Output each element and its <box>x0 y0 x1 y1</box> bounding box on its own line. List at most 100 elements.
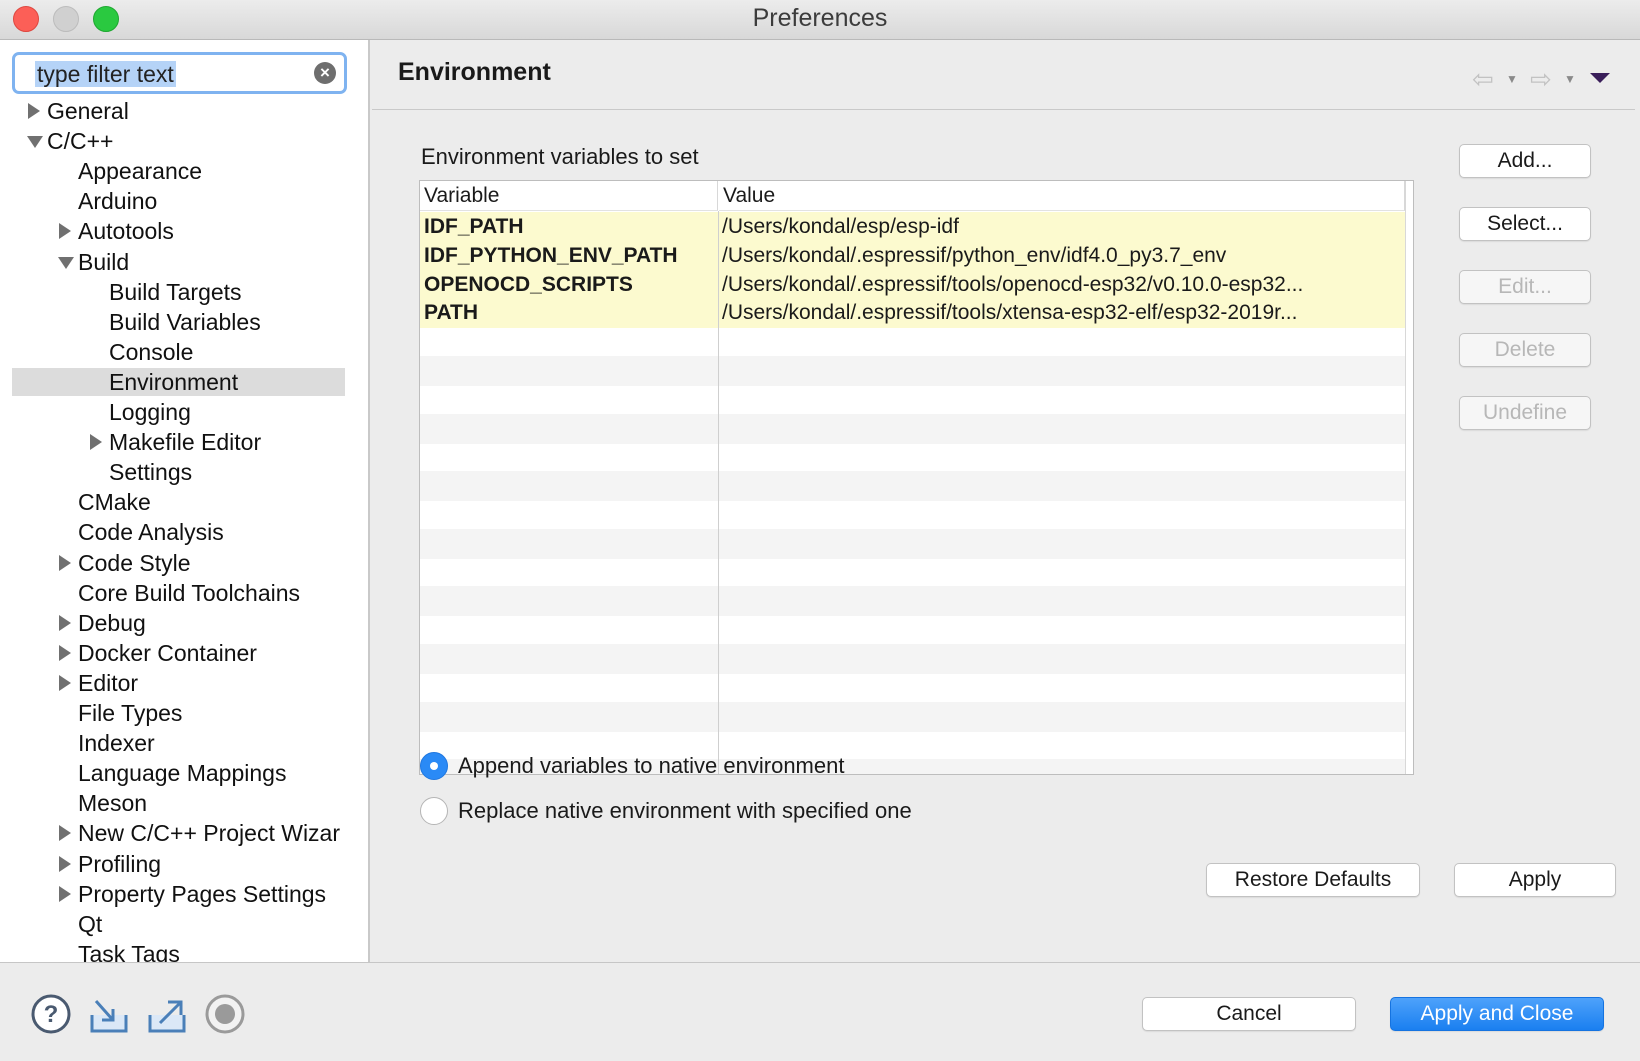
forward-arrow-icon[interactable]: ⇨ <box>1530 64 1552 95</box>
tree-item[interactable]: Logging <box>109 397 191 427</box>
cancel-button[interactable]: Cancel <box>1142 997 1356 1031</box>
tree-item[interactable]: Property Pages Settings <box>78 879 326 909</box>
empty-table-row <box>420 615 1405 645</box>
back-arrow-icon[interactable]: ⇦ <box>1472 64 1494 95</box>
select-button[interactable]: Select... <box>1459 207 1591 241</box>
preference-page: Environment ⇦ ▼ ⇨ ▼ Environment variable… <box>372 40 1635 962</box>
column-divider <box>1405 181 1406 774</box>
empty-table-row <box>420 356 1405 386</box>
expand-arrow-icon[interactable] <box>28 103 40 119</box>
table-row[interactable]: IDF_PATH/Users/kondal/esp/esp-idf <box>420 212 1405 242</box>
tree-item[interactable]: Appearance <box>78 156 202 186</box>
tree-item[interactable]: Makefile Editor <box>109 427 261 457</box>
table-row[interactable]: OPENOCD_SCRIPTS/Users/kondal/.espressif/… <box>420 269 1405 300</box>
tree-item[interactable]: Task Tags <box>78 939 180 962</box>
append-radio[interactable] <box>420 752 448 780</box>
window-title: Preferences <box>752 4 888 32</box>
add-button[interactable]: Add... <box>1459 144 1591 178</box>
value-cell: /Users/kondal/.espressif/python_env/idf4… <box>722 243 1227 267</box>
empty-table-row <box>420 586 1405 617</box>
tree-item[interactable]: Core Build Toolchains <box>78 578 300 608</box>
apply-and-close-button[interactable]: Apply and Close <box>1390 997 1604 1031</box>
filter-input-text[interactable]: type filter text <box>35 61 176 87</box>
column-divider <box>718 211 719 774</box>
tree-item[interactable]: Console <box>109 337 193 367</box>
record-icon[interactable] <box>204 993 246 1035</box>
apply-button[interactable]: Apply <box>1454 863 1616 897</box>
replace-radio-label[interactable]: Replace native environment with specifie… <box>458 798 912 824</box>
page-title: Environment <box>398 58 551 86</box>
expand-arrow-icon[interactable] <box>59 885 71 902</box>
variable-cell: OPENOCD_SCRIPTS <box>424 272 633 296</box>
tree-item[interactable]: Build Targets <box>109 277 242 307</box>
column-header-value[interactable]: Value <box>719 181 1405 211</box>
empty-table-row <box>420 644 1405 674</box>
expand-arrow-icon[interactable] <box>59 825 71 842</box>
export-icon[interactable] <box>146 993 188 1035</box>
tree-item[interactable]: Build <box>78 247 129 277</box>
dialog-button-bar: ? Cancel Apply and Close <box>0 962 1640 1061</box>
tree-item[interactable]: Meson <box>78 788 147 818</box>
expand-arrow-icon[interactable] <box>90 434 102 451</box>
tree-item[interactable]: Autotools <box>78 216 174 246</box>
undefine-button[interactable]: Undefine <box>1459 396 1591 430</box>
expand-arrow-icon[interactable] <box>59 855 71 872</box>
tree-item[interactable]: New C/C++ Project Wizar <box>78 818 340 848</box>
tree-item[interactable]: Editor <box>78 668 138 698</box>
expand-arrow-icon[interactable] <box>59 223 71 240</box>
value-cell: /Users/kondal/.espressif/tools/openocd-e… <box>722 272 1304 296</box>
empty-table-row <box>420 442 1405 472</box>
clear-filter-icon[interactable]: × <box>314 62 336 84</box>
empty-table-row <box>420 471 1405 502</box>
import-icon[interactable] <box>88 993 130 1035</box>
view-menu-icon[interactable] <box>1590 73 1610 83</box>
tree-item[interactable]: Environment <box>109 367 238 397</box>
value-cell: /Users/kondal/.espressif/tools/xtensa-es… <box>722 301 1298 325</box>
column-header-variable[interactable]: Variable <box>420 181 718 211</box>
back-dropdown-icon[interactable]: ▼ <box>1506 72 1518 86</box>
tree-item[interactable]: Debug <box>78 608 146 638</box>
title-bar: Preferences <box>0 0 1640 40</box>
tree-item[interactable]: General <box>47 96 129 126</box>
expand-arrow-icon[interactable] <box>59 554 71 571</box>
preferences-tree-panel: type filter text × General C/C++ Appearanc… <box>0 40 370 962</box>
tree-item[interactable]: CMake <box>78 487 151 517</box>
environment-variables-table[interactable]: Variable Value IDF_PATH/Users/kondal/esp… <box>419 180 1414 775</box>
expand-arrow-icon[interactable] <box>59 614 71 631</box>
variable-cell: PATH <box>424 301 479 325</box>
tree-item[interactable]: Profiling <box>78 849 161 879</box>
tree-item[interactable]: Docker Container <box>78 638 257 668</box>
tree-item[interactable]: Qt <box>78 909 102 939</box>
tree-item[interactable]: Build Variables <box>109 307 261 337</box>
section-label: Environment variables to set <box>421 144 699 169</box>
tree-item[interactable]: File Types <box>78 698 182 728</box>
tree-item[interactable]: Language Mappings <box>78 758 286 788</box>
tree-item[interactable]: C/C++ <box>47 126 113 156</box>
table-row[interactable]: PATH/Users/kondal/.espressif/tools/xtens… <box>420 298 1405 329</box>
help-icon[interactable]: ? <box>30 993 72 1035</box>
restore-defaults-button[interactable]: Restore Defaults <box>1206 863 1420 897</box>
empty-table-row <box>420 413 1405 444</box>
tree-item[interactable]: Code Style <box>78 548 191 578</box>
value-cell: /Users/kondal/esp/esp-idf <box>722 215 959 238</box>
empty-table-row <box>420 558 1405 588</box>
variable-cell: IDF_PATH <box>424 215 524 238</box>
tree-item[interactable]: Arduino <box>78 186 157 216</box>
delete-button[interactable]: Delete <box>1459 333 1591 367</box>
expand-arrow-icon[interactable] <box>59 644 71 661</box>
empty-table-row <box>420 673 1405 703</box>
table-row[interactable]: IDF_PYTHON_ENV_PATH/Users/kondal/.espres… <box>420 240 1405 271</box>
page-header: Environment ⇦ ▼ ⇨ ▼ <box>372 40 1635 110</box>
replace-radio[interactable] <box>420 797 448 825</box>
collapse-arrow-icon[interactable] <box>27 136 43 149</box>
forward-dropdown-icon[interactable]: ▼ <box>1564 72 1576 86</box>
collapse-arrow-icon[interactable] <box>58 256 74 269</box>
empty-table-row <box>420 528 1405 559</box>
expand-arrow-icon[interactable] <box>59 674 71 691</box>
append-radio-label[interactable]: Append variables to native environment <box>458 753 844 779</box>
filter-input[interactable]: type filter text × <box>12 52 347 94</box>
tree-item[interactable]: Indexer <box>78 728 155 758</box>
tree-item[interactable]: Code Analysis <box>78 517 224 547</box>
tree-item[interactable]: Settings <box>109 457 192 487</box>
edit-button[interactable]: Edit... <box>1459 270 1591 304</box>
